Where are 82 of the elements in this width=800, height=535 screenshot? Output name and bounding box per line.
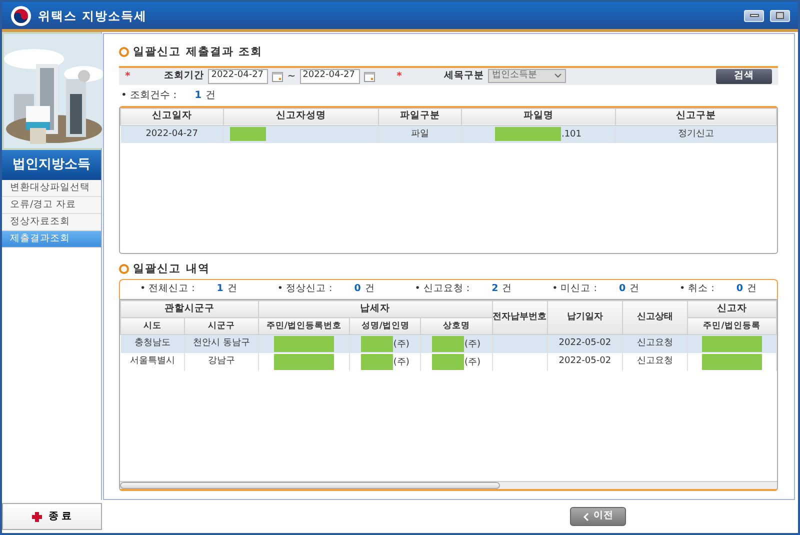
scrollbar-thumb[interactable] <box>120 482 500 489</box>
cell-text: 파일 <box>410 128 429 138</box>
cell-text: 신고요청 <box>636 338 673 348</box>
count-unit: 건 <box>206 88 216 102</box>
chevron-down-icon <box>554 73 562 79</box>
category-dropdown[interactable]: 법인소득분 <box>488 69 566 83</box>
table-row[interactable]: 2022-04-27 파일 .101 정기신고 <box>120 125 776 143</box>
column-header: 신고구분 <box>616 108 776 125</box>
cell-text: 2022-05-02 <box>558 338 612 348</box>
count-value: 1 <box>194 88 202 102</box>
section-title: 일괄신고 제출결과 조회 <box>133 44 263 60</box>
maximize-button[interactable] <box>770 10 790 22</box>
cell-text: 강남구 <box>208 356 235 366</box>
column-header: 상호명 <box>420 318 492 334</box>
cell-text: 충청남도 <box>134 338 170 348</box>
summary-label: • 신고요청 : <box>414 282 470 296</box>
field-label: 세목구분 <box>444 68 484 83</box>
sidebar-item[interactable]: 정상자료조회 <box>2 214 101 231</box>
search-button[interactable]: 검색 <box>716 68 772 84</box>
calendar-icon <box>364 70 375 82</box>
column-header: 파일구분 <box>378 108 462 125</box>
column-header: 관할시군구 <box>120 300 258 318</box>
column-header: 신고자성명 <box>224 108 379 125</box>
summary-count: 0 <box>736 282 743 296</box>
summary-label: • 취소 : <box>680 282 714 296</box>
calendar-icon <box>272 70 284 82</box>
field-label: 조회기간 <box>164 68 204 83</box>
summary-count: 2 <box>492 282 498 296</box>
cell-text: (주) <box>393 356 410 367</box>
cross-icon <box>32 512 42 522</box>
summary-unit: 건 <box>364 282 375 296</box>
column-header: 납기일자 <box>547 300 623 334</box>
date-field[interactable]: 2022-04-27 <box>208 68 268 84</box>
summary-label: • 전체신고 : <box>140 282 195 296</box>
date-field[interactable]: 2022-04-27 <box>300 68 360 84</box>
required-mark: * <box>396 70 402 84</box>
emblem-icon <box>10 4 32 26</box>
column-header: 납세자 <box>258 300 492 318</box>
sidebar-heading: 법인지방소득 <box>2 150 101 180</box>
minimize-button[interactable] <box>744 10 764 22</box>
exit-button[interactable]: 종 료 <box>2 503 102 530</box>
summary-count: 0 <box>618 282 626 296</box>
summary-unit: 건 <box>502 282 512 296</box>
table-row[interactable]: 충청남도 천안시 동남구 (주) (주) 2022-05-02 신고요청 <box>120 334 776 352</box>
required-mark: * <box>125 70 130 84</box>
window-title: 위택스 지방소득세 <box>38 8 148 24</box>
sidebar-item[interactable]: 변환대상파일선택 <box>2 180 101 197</box>
summary-unit: 건 <box>746 282 757 296</box>
sidebar-item[interactable]: 오류/경고 자료 <box>2 197 101 214</box>
cell-text: .101 <box>561 129 582 140</box>
column-header: 시도 <box>120 318 185 334</box>
column-header: 성명/법인명 <box>350 318 421 334</box>
column-header: 전자납부번호 <box>492 300 548 334</box>
cell-text: 신고요청 <box>636 356 673 366</box>
cell-text: 서울특별시 <box>130 356 175 366</box>
column-header: 파일명 <box>461 108 616 125</box>
bullet-icon <box>119 47 129 58</box>
section-title: 일괄신고 내역 <box>133 260 210 276</box>
column-header: 주민/법인등록번호 <box>258 318 350 334</box>
cell-text: (주) <box>464 339 480 350</box>
column-header: 신고상태 <box>622 300 687 334</box>
summary-unit: 건 <box>227 282 238 296</box>
bullet-icon <box>119 264 129 274</box>
chevron-left-icon <box>582 512 588 520</box>
cell-text: 천안시 동남구 <box>192 338 250 348</box>
range-separator: ~ <box>287 70 296 84</box>
summary-label: • 정상신고 : <box>277 282 332 296</box>
cell-text: 정기신고 <box>678 128 714 138</box>
summary-label: • 미신고 : <box>552 282 597 296</box>
column-header: 주민/법인등록 <box>687 318 776 334</box>
summary-count: 0 <box>354 282 361 296</box>
column-header: 신고일자 <box>120 108 224 125</box>
cell-text: 2022-05-02 <box>558 356 612 366</box>
cell-text: 2022-04-27 <box>146 128 198 138</box>
table-row[interactable]: 서울특별시 강남구 (주) (주) 2022-05-02 신고요청 <box>120 352 776 370</box>
cell-text: (주) <box>464 356 480 367</box>
cell-text: (주) <box>393 339 410 350</box>
column-header: 신고자 <box>687 300 776 318</box>
summary-count: 1 <box>216 282 224 296</box>
summary-unit: 건 <box>630 282 640 296</box>
count-label: • 조회건수 : <box>121 88 177 102</box>
column-header: 시군구 <box>184 318 258 334</box>
